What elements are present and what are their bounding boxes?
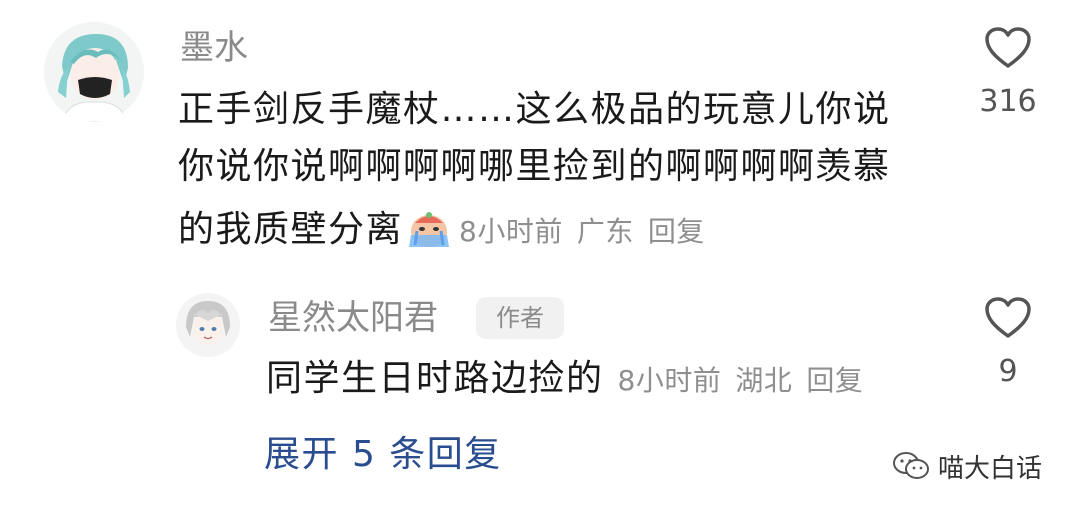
comment-like[interactable]: 316 <box>960 26 1056 120</box>
reply-reply-button[interactable]: 回复 <box>806 364 863 397</box>
comment-text-line-2: 你说你说啊啊啊啊哪里捡到的啊啊啊啊羡慕 <box>178 146 891 187</box>
reply-meta: 8小时前 湖北 回复 <box>618 364 864 397</box>
reply-avatar[interactable] <box>176 293 240 357</box>
comment-text-tail: 的我质壁分离 <box>178 209 404 250</box>
comment-username[interactable]: 墨水 <box>180 26 248 70</box>
reply-username[interactable]: 星然太阳君 <box>268 296 438 340</box>
heart-outline-icon[interactable] <box>984 26 1032 70</box>
reply-line: 同学生日时路边捡的 8小时前 湖北 回复 <box>266 355 863 405</box>
comment-text-line-3: 的我质壁分离 8小时前 广东 回复 <box>178 206 705 256</box>
comment-location: 广东 <box>576 215 634 248</box>
comment-thread: 墨水 正手剑反手魔杖……这么极品的玩意儿你说 你说你说啊啊啊啊哪里捡到的啊啊啊啊… <box>0 0 1080 513</box>
author-badge: 作者 <box>476 297 564 339</box>
crying-face-emoji-icon <box>405 209 453 249</box>
watermark: 喵大白话 <box>892 446 1042 486</box>
reply-like[interactable]: 9 <box>960 296 1056 390</box>
comment-reply-button[interactable]: 回复 <box>648 215 705 248</box>
comment-meta: 8小时前 广东 回复 <box>459 215 705 248</box>
reply-text: 同学生日时路边捡的 <box>266 358 604 399</box>
like-count: 9 <box>998 354 1018 389</box>
heart-outline-icon[interactable] <box>984 296 1032 340</box>
comment-text-line-1: 正手剑反手魔杖……这么极品的玩意儿你说 <box>178 89 891 130</box>
reply-location: 湖北 <box>735 364 793 397</box>
watermark-text: 喵大白话 <box>938 453 1043 484</box>
reply-time: 8小时前 <box>617 364 722 397</box>
reply-avatar-image <box>176 293 240 357</box>
user-avatar-image <box>44 22 144 122</box>
expand-replies-link[interactable]: 展开 5 条回复 <box>264 431 502 479</box>
comment-time: 8小时前 <box>459 215 563 248</box>
avatar[interactable] <box>44 22 144 122</box>
wechat-icon <box>893 452 929 479</box>
like-count: 316 <box>979 84 1037 119</box>
